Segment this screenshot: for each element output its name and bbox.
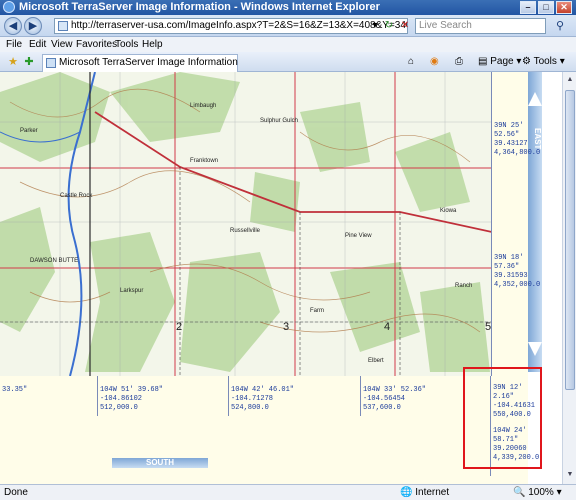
title-bar: Microsoft TerraServer Image Information … [0,0,576,15]
close-window-button[interactable]: ✕ [556,1,572,14]
tab-page-icon [46,58,56,68]
refresh-icon[interactable]: ↻ [382,18,396,34]
pan-east-button[interactable] [528,72,542,372]
home-icon[interactable]: ⌂ [408,55,414,69]
security-zone: 🌐 Internet [400,487,450,498]
place-label: Larkspur [120,288,143,294]
coord-label: 33.35" [2,386,28,394]
page-menu-button[interactable]: ▤ Page ▾ [478,55,521,69]
zoom-label: 100% [528,487,554,498]
highlight-box [463,367,542,469]
maximize-button[interactable]: □ [538,1,554,14]
tools-menu-button[interactable]: ⚙ Tools ▾ [522,55,565,69]
place-label: Castle Rock [60,193,93,199]
page-icon [58,21,68,31]
url-text: http://terraserver-usa.com/ImageInfo.asp… [71,20,407,31]
add-favorites-icon[interactable]: ✚ [22,55,36,69]
coord-divider [360,376,361,416]
menu-file[interactable]: File [6,39,22,50]
menu-bar: File Edit View Favorites Tools Help [0,37,576,52]
ie-logo-icon [3,1,15,13]
place-label: Kiowa [440,208,457,214]
coord-label: 39N 18' 57.36" 39.31593 4,352,000.0 [494,254,541,289]
coord-divider [228,376,229,416]
zoom-level[interactable]: 🔍 100% ▾ [513,487,562,498]
tools-menu-label: Tools [533,56,557,67]
place-label: DAWSON BUTTE [30,258,78,264]
tab-bar: ★ ✚ Microsoft TerraServer Image Informat… [0,52,576,72]
scroll-up-icon[interactable]: ▲ [564,74,576,86]
place-label: Parker [20,128,38,134]
menu-tools[interactable]: Tools [115,39,138,50]
place-label: Limbaugh [190,103,216,109]
place-label: Franktown [190,158,218,164]
zone-label: Internet [415,487,450,498]
place-label: Elbert [368,358,384,364]
feeds-icon[interactable]: ◉ [430,55,439,69]
place-label: Sulphur Gulch [260,118,298,124]
place-label: Ranch [455,283,472,289]
arrow-up-icon [528,92,542,106]
status-bar: Done 🌐 Internet 🔍 100% ▾ [0,484,576,500]
address-field[interactable]: http://terraserver-usa.com/ImageInfo.asp… [54,18,408,34]
forward-button[interactable]: ▶ [24,17,42,35]
address-toolbar: ◀ ▶ http://terraserver-usa.com/ImageInfo… [0,15,576,37]
coord-label: 104W 33' 52.36" -104.56454 537,600.0 [363,386,427,412]
place-label: Pine View [345,233,372,239]
scroll-thumb[interactable] [565,90,575,390]
pan-south-button[interactable]: SOUTH [112,458,208,468]
favorites-star-icon[interactable]: ★ [6,55,20,69]
coord-label: 104W 42' 46.01" -104.71278 524,800.0 [231,386,295,412]
scroll-down-icon[interactable]: ▼ [564,469,576,481]
stop-icon[interactable]: ✕ [398,18,412,34]
back-button[interactable]: ◀ [4,17,22,35]
tab-terraserver[interactable]: Microsoft TerraServer Image Information [42,54,238,72]
status-text: Done [4,487,28,498]
minimize-button[interactable]: – [520,1,536,14]
place-label: Russellville [230,228,261,234]
south-label: SOUTH [146,458,174,467]
menu-edit[interactable]: Edit [29,39,46,50]
coord-label: 39N 25' 52.56" 39.43127 4,364,800.0 [494,122,541,157]
section-number: 3 [283,321,289,333]
search-icon[interactable]: ⚲ [548,18,572,34]
search-input[interactable]: Live Search [415,18,546,34]
arrow-down-icon [528,342,542,356]
section-number: 4 [384,321,390,333]
menu-favorites[interactable]: Favorites [76,39,117,50]
coord-divider [97,376,98,416]
place-label: Farm [310,308,324,314]
page-menu-label: Page [490,56,514,67]
menu-help[interactable]: Help [142,39,163,50]
topo-map-drawing: 2 3 4 5 Castle Rock Franktown Pine View … [0,72,492,376]
coord-divider [491,72,492,376]
menu-view[interactable]: View [51,39,73,50]
coord-label: 104W 51' 39.68" -104.86102 512,000.0 [100,386,164,412]
section-number: 2 [176,321,182,333]
tab-label: Microsoft TerraServer Image Information [59,57,238,68]
print-icon[interactable]: ⎙ [455,55,463,69]
topo-map-image[interactable]: 2 3 4 5 Castle Rock Franktown Pine View … [0,72,492,376]
dropdown-arrow-icon[interactable]: ▾ [368,18,382,34]
window-title: Microsoft TerraServer Image Information … [19,1,380,13]
vertical-scrollbar[interactable]: ▲ ▼ [562,72,576,484]
